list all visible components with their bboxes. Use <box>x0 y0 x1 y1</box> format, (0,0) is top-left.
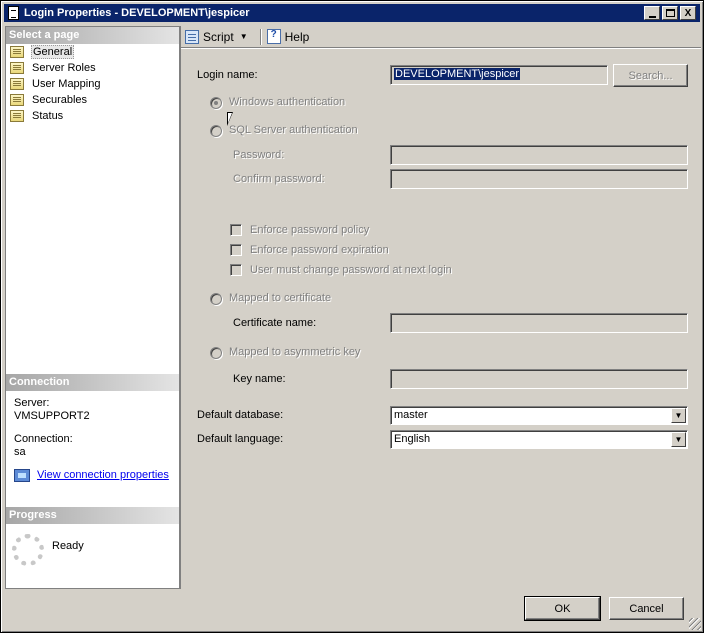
must-change-checkbox[interactable] <box>230 264 242 276</box>
view-connection-properties-link[interactable]: View connection properties <box>37 469 169 482</box>
page-icon <box>10 62 24 74</box>
key-name-field[interactable] <box>390 369 688 389</box>
maximize-button[interactable] <box>662 6 678 20</box>
page-icon <box>10 94 24 106</box>
mapped-asym-label: Mapped to asymmetric key <box>229 346 361 358</box>
mapped-asym-radio[interactable] <box>210 347 222 359</box>
connection-section: Connection Server: VMSUPPORT2 Connection… <box>6 374 179 488</box>
page-item-server-roles[interactable]: Server Roles <box>6 60 179 76</box>
page-item-general[interactable]: General <box>6 44 179 60</box>
password-label: Password: <box>233 149 285 161</box>
window-title: Login Properties - DEVELOPMENT\jespicer <box>24 7 250 19</box>
default-database-label: Default database: <box>197 409 284 421</box>
cert-name-label: Certificate name: <box>233 317 317 329</box>
maximize-icon <box>665 9 675 17</box>
page-item-label: Server Roles <box>32 62 96 74</box>
login-name-value: DEVELOPMENT\jespicer <box>394 68 521 80</box>
login-name-label: Login name: <box>197 69 258 81</box>
login-name-field[interactable]: DEVELOPMENT\jespicer <box>390 65 608 85</box>
sql-auth-label: SQL Server authentication <box>229 124 358 136</box>
resize-grip-icon[interactable] <box>689 618 701 630</box>
server-label: Server: <box>14 397 50 409</box>
page-list: General Server Roles User Mapping Secura… <box>6 44 179 124</box>
minimize-icon <box>648 15 656 18</box>
page-item-label: General <box>31 45 75 59</box>
left-pane: Select a page General Server Roles User … <box>5 26 180 589</box>
windows-auth-radio[interactable] <box>210 97 222 109</box>
login-properties-window: Login Properties - DEVELOPMENT\jespicer … <box>0 0 704 633</box>
key-name-label: Key name: <box>233 373 286 385</box>
cancel-button[interactable]: Cancel <box>609 597 684 620</box>
default-language-label: Default language: <box>197 433 284 445</box>
windows-auth-label: Windows authentication <box>229 96 346 108</box>
mapped-cert-label: Mapped to certificate <box>229 292 332 304</box>
enforce-expiration-label: Enforce password expiration <box>250 244 389 256</box>
right-pane: Script ▼ Help Login name: DEVELOPMENT\je… <box>180 26 701 589</box>
page-item-user-mapping[interactable]: User Mapping <box>6 76 179 92</box>
close-button[interactable]: X <box>680 6 696 20</box>
password-field[interactable] <box>390 145 688 165</box>
cert-name-field[interactable] <box>390 313 688 333</box>
ok-button[interactable]: OK <box>524 596 601 621</box>
select-page-header: Select a page <box>6 27 179 44</box>
default-database-value: master <box>394 409 428 421</box>
page-item-securables[interactable]: Securables <box>6 92 179 108</box>
page-item-label: User Mapping <box>32 78 101 90</box>
confirm-password-label: Confirm password: <box>233 173 325 185</box>
mapped-cert-radio[interactable] <box>210 293 222 305</box>
search-button[interactable]: Search... <box>613 64 688 87</box>
default-database-select[interactable]: master ▼ <box>390 406 688 425</box>
title-bar[interactable]: Login Properties - DEVELOPMENT\jespicer … <box>4 4 700 22</box>
enforce-policy-checkbox[interactable] <box>230 224 242 236</box>
chevron-down-icon[interactable]: ▼ <box>671 408 686 423</box>
enforce-policy-label: Enforce password policy <box>250 224 370 236</box>
progress-header: Progress <box>6 507 179 524</box>
connection-label: Connection: <box>14 433 73 445</box>
general-page-form: Login name: DEVELOPMENT\jespicer Search.… <box>181 26 701 589</box>
progress-spinner-icon <box>12 534 44 566</box>
default-language-select[interactable]: English ▼ <box>390 430 688 449</box>
chevron-down-icon[interactable]: ▼ <box>671 432 686 447</box>
page-icon <box>10 46 24 58</box>
connection-value: sa <box>14 446 26 458</box>
must-change-label: User must change password at next login <box>250 264 452 276</box>
connection-properties-icon <box>14 469 30 482</box>
minimize-button[interactable] <box>644 6 660 20</box>
dialog-button-bar: OK Cancel <box>5 589 701 629</box>
page-item-label: Securables <box>32 94 88 106</box>
progress-status: Ready <box>52 540 84 552</box>
default-language-value: English <box>394 433 431 445</box>
page-icon <box>10 78 24 90</box>
progress-section: Progress Ready <box>6 507 179 576</box>
confirm-password-field[interactable] <box>390 169 688 189</box>
page-icon <box>10 110 24 122</box>
document-icon <box>8 6 19 20</box>
sql-auth-radio[interactable] <box>210 125 222 137</box>
page-item-status[interactable]: Status <box>6 108 179 124</box>
enforce-expiration-checkbox[interactable] <box>230 244 242 256</box>
connection-header: Connection <box>6 374 179 391</box>
server-value: VMSUPPORT2 <box>14 410 90 422</box>
page-item-label: Status <box>32 110 64 122</box>
